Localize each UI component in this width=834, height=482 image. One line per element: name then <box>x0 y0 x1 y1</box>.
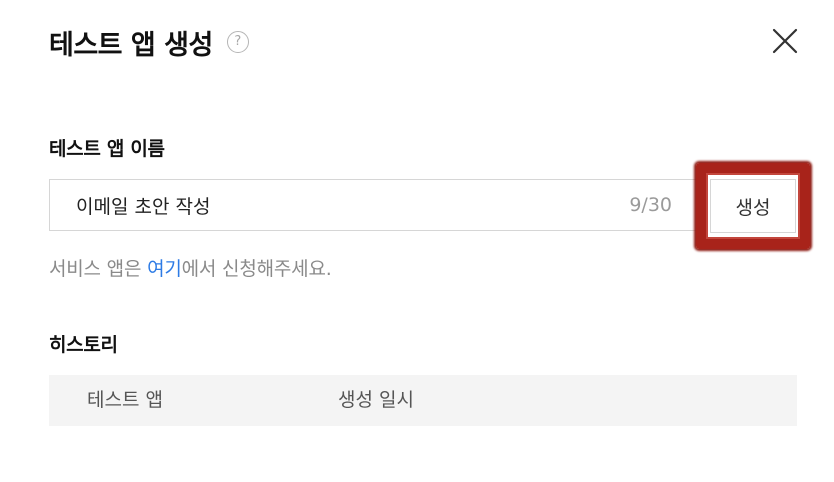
dialog-header: 테스트 앱 생성 ? <box>49 22 249 62</box>
char-counter: 9/30 <box>629 194 672 216</box>
column-header-created-at: 생성 일시 <box>338 389 414 411</box>
hint-suffix: 에서 신청해주세요. <box>181 258 332 280</box>
create-button[interactable]: 생성 <box>710 179 796 233</box>
column-header-test-app: 테스트 앱 <box>87 389 163 411</box>
history-table-header: 테스트 앱 생성 일시 <box>49 375 797 426</box>
close-button[interactable] <box>770 26 800 56</box>
hint-prefix: 서비스 앱은 <box>49 258 148 280</box>
dialog-title: 테스트 앱 생성 <box>49 29 213 61</box>
history-label: 히스토리 <box>49 334 118 356</box>
app-name-input[interactable] <box>50 180 610 230</box>
app-name-field: 9/30 <box>49 179 697 231</box>
service-app-hint: 서비스 앱은 여기에서 신청해주세요. <box>49 254 332 281</box>
help-icon[interactable]: ? <box>226 31 249 53</box>
create-test-app-dialog: 테스트 앱 생성 ? 테스트 앱 이름 9/30 생성 서비스 앱은 여기에서 … <box>0 0 834 482</box>
close-icon <box>772 28 798 54</box>
app-name-label: 테스트 앱 이름 <box>49 138 165 160</box>
create-button-highlight: 생성 <box>696 163 810 249</box>
service-app-link[interactable]: 여기 <box>147 258 182 280</box>
